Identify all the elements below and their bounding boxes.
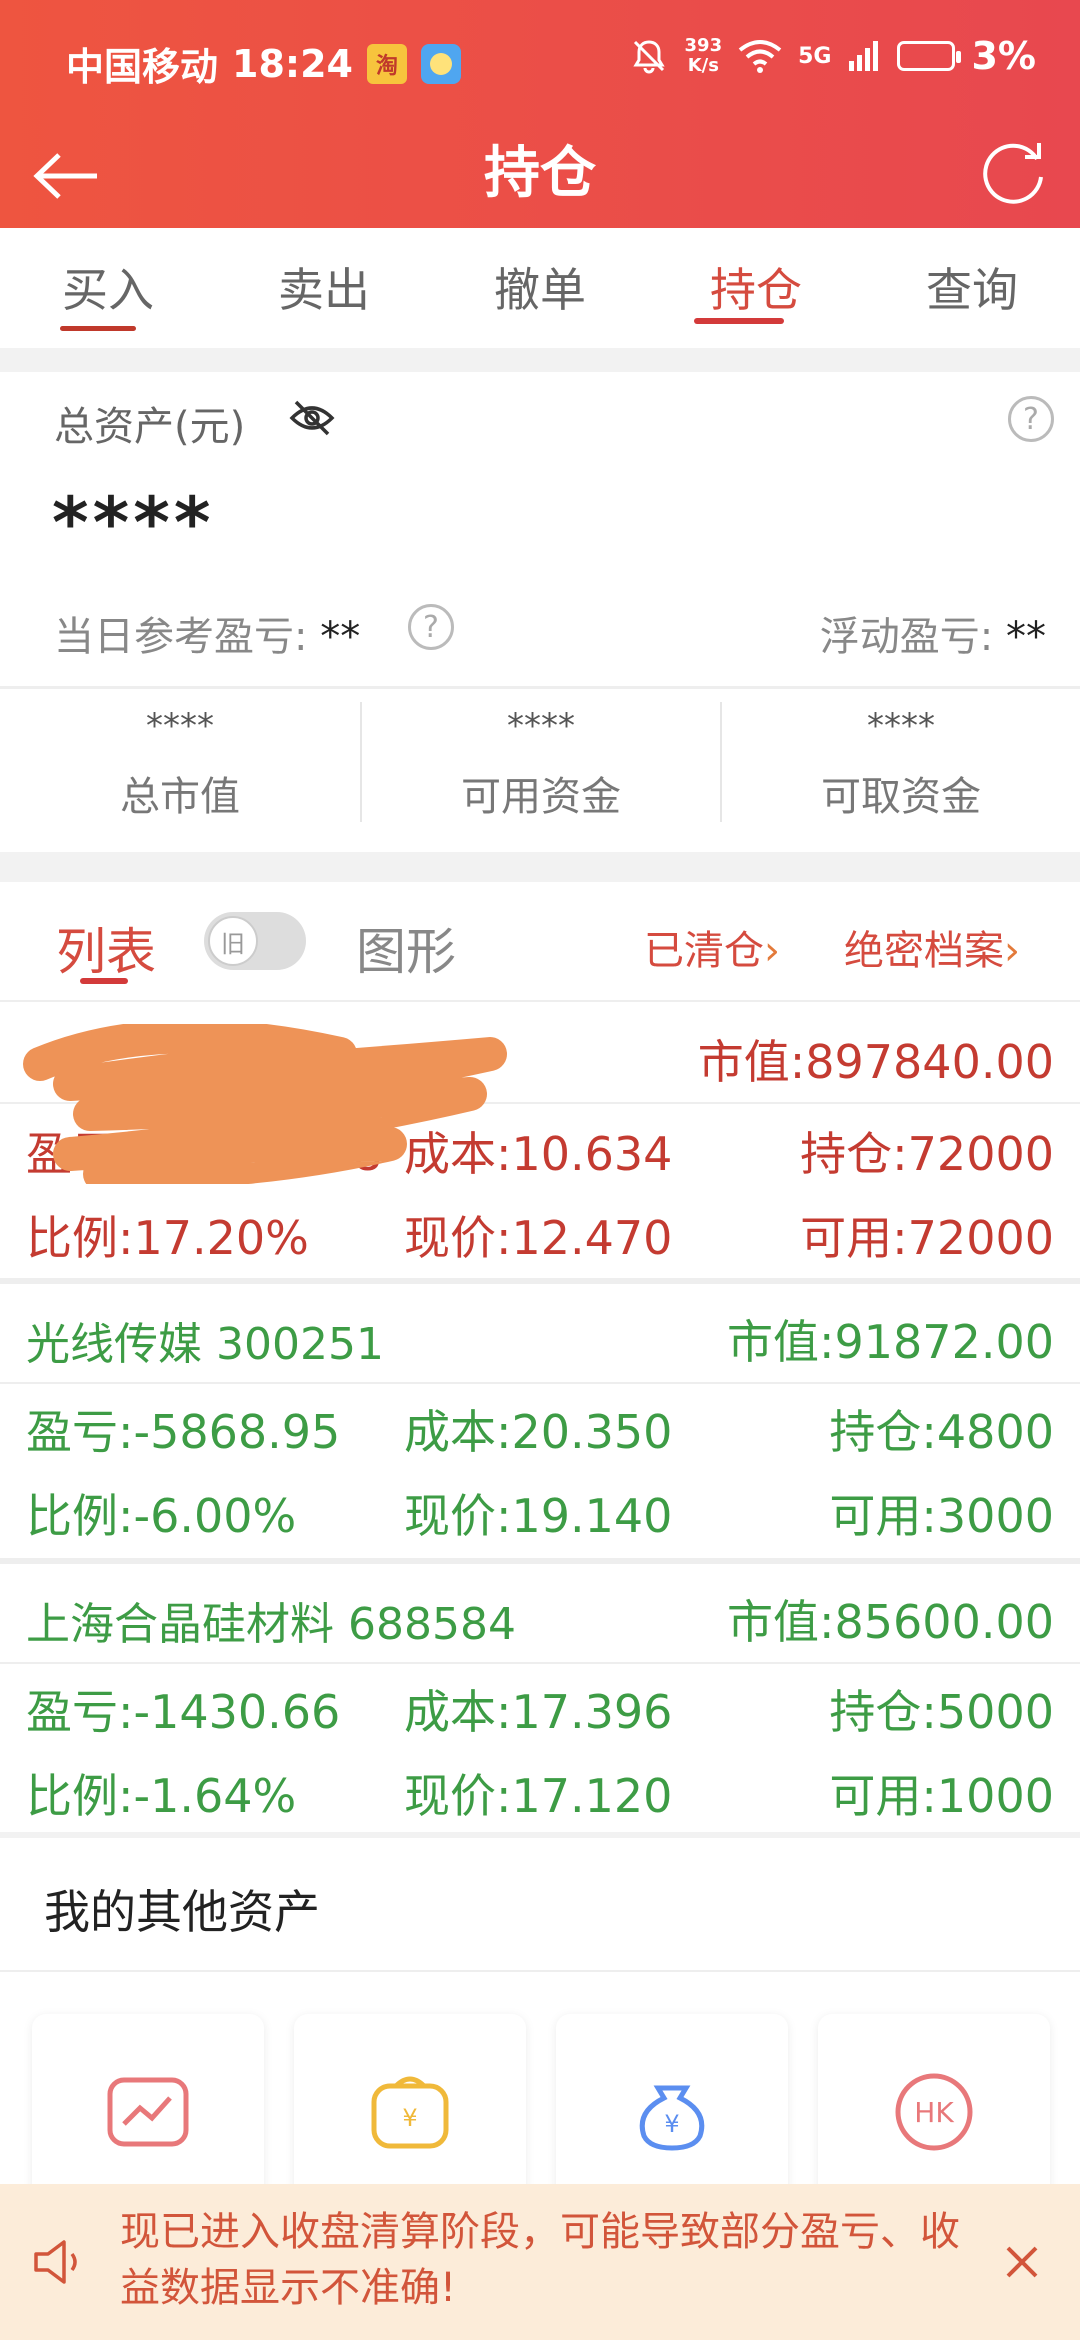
chevron-right-icon: › (764, 928, 780, 974)
wifi-icon (738, 40, 782, 73)
net-speed: 393 K/s (684, 35, 723, 76)
trend-chart-icon (107, 2077, 189, 2147)
positions-section: 列表 旧 图形 已清仓› 绝密档案› 市值:897840.00 盈亏:13175… (0, 882, 1080, 1832)
refresh-button[interactable] (972, 132, 1056, 216)
pl-ratio: 比例:-1.64% (26, 1769, 297, 1823)
tab-buy[interactable]: 买入 (0, 228, 216, 348)
view-chart-tab[interactable]: 图形 (356, 912, 456, 984)
list-tab-indicator (80, 978, 128, 984)
pl-row: 当日参考盈亏: ** ? 浮动盈亏: ** (0, 600, 1080, 660)
trade-tabs: 买入 卖出 撤单 持仓 查询 (0, 228, 1080, 348)
status-bar: 中国移动 18:24 淘 393 K/s 5G 3% (0, 0, 1080, 120)
active-tab-indicator (694, 318, 784, 324)
asset-metrics: **** 总市值 **** 可用资金 **** 可取资金 (0, 702, 1080, 822)
holding-qty: 持仓:72000 (800, 1127, 1054, 1181)
redaction-scribble (23, 1024, 507, 1184)
tab-cancel-order[interactable]: 撤单 (432, 228, 648, 348)
mute-bell-icon (632, 40, 665, 74)
taobao-icon: 淘 (366, 43, 407, 84)
status-right: 393 K/s 5G 3% (629, 34, 1036, 78)
status-left: 中国移动 18:24 淘 (66, 36, 461, 91)
tab-positions[interactable]: 持仓 (648, 228, 864, 348)
eye-hidden-icon[interactable] (288, 394, 336, 442)
clock: 18:24 (232, 41, 353, 86)
tab-query[interactable]: 查询 (864, 228, 1080, 348)
coin-wallet-icon: ¥ (371, 2076, 449, 2149)
stock-name: 光线传媒 300251 (26, 1319, 384, 1370)
nav-bar: 持仓 (0, 120, 1080, 228)
metric-available-funds: **** 可用资金 (360, 702, 720, 822)
available-qty: 可用:1000 (829, 1769, 1054, 1823)
metric-withdrawable-funds: **** 可取资金 (720, 702, 1080, 822)
current-price: 现价:17.120 (404, 1769, 673, 1823)
profit-loss: 盈亏:-1430.66 (26, 1685, 341, 1739)
svg-text:HK: HK (914, 2096, 954, 2129)
market-value: 市值:91872.00 (727, 1315, 1054, 1369)
weather-icon (420, 43, 461, 84)
chevron-right-icon: › (1004, 928, 1020, 974)
market-value: 市值:897840.00 (697, 1035, 1054, 1089)
other-assets-title: 我的其他资产 (44, 1885, 320, 1939)
positions-header: 列表 旧 图形 已清仓› 绝密档案› (0, 882, 1080, 1002)
close-button[interactable] (994, 2234, 1050, 2290)
page-title: 持仓 (484, 141, 596, 206)
daily-pl: 当日参考盈亏: ** (54, 614, 361, 660)
total-assets-value: **** (52, 482, 215, 564)
battery-icon (897, 41, 962, 71)
notice-text: 现已进入收盘清算阶段，可能导致部分盈亏、收益数据显示不准确! (120, 2209, 960, 2311)
network-type: 5G (798, 43, 832, 69)
cost-price: 成本:17.396 (404, 1685, 673, 1739)
divider (0, 686, 1080, 689)
profit-loss: 盈亏:-5868.95 (26, 1405, 341, 1459)
refresh-icon (983, 143, 1043, 204)
holding-qty: 持仓:5000 (829, 1685, 1054, 1739)
cost-price: 成本:20.350 (404, 1405, 673, 1459)
view-toggle[interactable]: 旧 (204, 912, 306, 970)
float-pl: 浮动盈亏: ** (819, 614, 1046, 660)
secret-archive-link[interactable]: 绝密档案› (844, 918, 1020, 976)
position-row[interactable]: 市值:897840.00 盈亏:131756.68 成本:10.634 持仓:7… (0, 1004, 1080, 1282)
money-bag-icon: ¥ (639, 2085, 705, 2151)
assets-card: 总资产(元) ? **** 当日参考盈亏: ** ? 浮动盈亏: ** ****… (0, 372, 1080, 852)
tab-sell[interactable]: 卖出 (216, 228, 432, 348)
help-icon[interactable]: ? (1008, 396, 1054, 442)
available-qty: 可用:72000 (800, 1211, 1054, 1265)
current-price: 现价:12.470 (404, 1211, 673, 1265)
position-row[interactable]: 上海合晶硅材料 688584 市值:85600.00 盈亏:-1430.66 成… (0, 1564, 1080, 1842)
total-assets-label: 总资产(元) (54, 404, 246, 450)
daily-pl-help-icon[interactable]: ? (408, 604, 454, 650)
notice-banner: 现已进入收盘清算阶段，可能导致部分盈亏、收益数据显示不准确! (0, 2184, 1080, 2340)
divider (0, 1970, 1080, 1972)
available-qty: 可用:3000 (829, 1489, 1054, 1543)
position-row[interactable]: 光线传媒 300251 市值:91872.00 盈亏:-5868.95 成本:2… (0, 1284, 1080, 1562)
battery-level: 3% (971, 34, 1036, 78)
pl-ratio: 比例:-6.00% (26, 1489, 297, 1543)
market-value: 市值:85600.00 (727, 1595, 1054, 1649)
pl-ratio: 比例:17.20% (26, 1211, 309, 1265)
svg-text:¥: ¥ (402, 2104, 417, 2132)
current-price: 现价:19.140 (404, 1489, 673, 1543)
signal-icon (849, 41, 879, 71)
carrier: 中国移动 (66, 45, 219, 89)
holding-qty: 持仓:4800 (829, 1405, 1054, 1459)
close-icon (1006, 2246, 1038, 2278)
svg-text:¥: ¥ (664, 2110, 679, 2138)
metric-market-value: **** 总市值 (120, 706, 240, 820)
app-header: 中国移动 18:24 淘 393 K/s 5G 3% 持仓 (0, 0, 1080, 228)
cleared-positions-link[interactable]: 已清仓› (644, 918, 780, 976)
stock-name: 上海合晶硅材料 688584 (26, 1599, 516, 1650)
speaker-icon (34, 2240, 77, 2284)
toggle-knob: 旧 (208, 916, 258, 966)
view-list-tab[interactable]: 列表 (56, 912, 156, 984)
hk-icon: HK (895, 2073, 973, 2151)
